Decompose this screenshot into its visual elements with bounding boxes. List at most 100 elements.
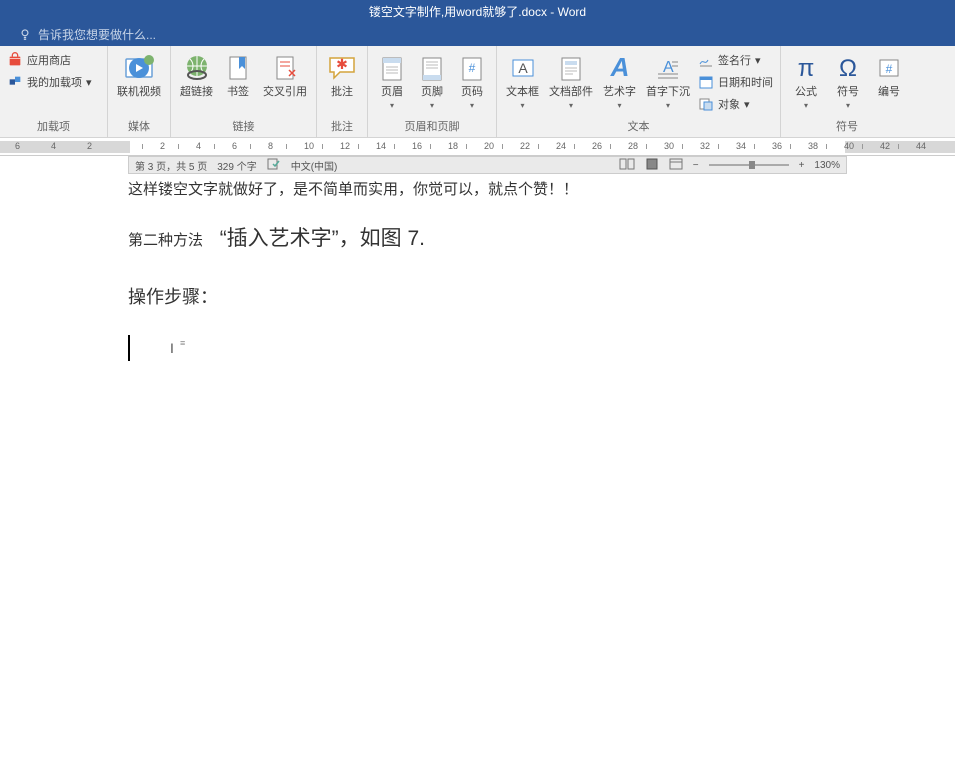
word-count[interactable]: 329 个字: [217, 158, 256, 173]
cursor-line[interactable]: I: [128, 335, 848, 362]
zoom-out-button[interactable]: −: [693, 160, 699, 171]
embedded-status-bar: 第 3 页，共 5 页 329 个字 中文(中国) − + 130%: [128, 156, 847, 174]
ruler-number: 36: [772, 141, 782, 151]
dropcap-button[interactable]: A 首字下沉▾: [641, 48, 695, 114]
textbox-icon: A: [509, 54, 537, 82]
ribbon: 应用商店 我的加载项 ▾ 加载项 联机视频 媒体 超链接: [0, 46, 955, 138]
ruler-number: 12: [340, 141, 350, 151]
group-comments: ✱ 批注 批注: [317, 46, 368, 137]
store-icon: [7, 52, 23, 68]
object-button[interactable]: 对象 ▾: [695, 94, 776, 114]
symbol-button[interactable]: Ω 符号▾: [827, 48, 869, 114]
svg-text:#: #: [886, 62, 893, 76]
document-area[interactable]: 这样镂空文字就做好了，是不简单而实用，你觉可以，就点个赞！！ 第二种方法 “插入…: [0, 174, 955, 361]
addins-icon: [7, 74, 23, 90]
group-links: 超链接 书签 交叉引用 链接: [171, 46, 317, 137]
bookmark-button[interactable]: 书签: [218, 48, 258, 101]
document-body[interactable]: 这样镂空文字就做好了，是不简单而实用，你觉可以，就点个赞！！ 第二种方法 “插入…: [128, 176, 848, 361]
my-addins-button[interactable]: 我的加载项 ▾: [4, 72, 95, 92]
proofing-icon[interactable]: [267, 158, 281, 173]
ruler-number: 16: [412, 141, 422, 151]
sigline-button[interactable]: 签名行 ▾: [695, 50, 776, 70]
number-button[interactable]: # 编号: [869, 48, 909, 101]
group-addins: 应用商店 我的加载项 ▾ 加载项: [0, 46, 108, 137]
chevron-down-icon: ▾: [666, 101, 670, 110]
ruler-number: 8: [268, 141, 273, 151]
tell-me-text: 告诉我您想要做什么...: [38, 26, 156, 43]
chevron-down-icon: ▾: [804, 101, 808, 110]
ruler-number: 10: [304, 141, 314, 151]
chevron-down-icon: ▾: [569, 101, 573, 110]
comment-button[interactable]: ✱ 批注: [321, 48, 363, 101]
ruler-number: 2: [160, 141, 165, 151]
title-bar: 镂空文字制作,用word就够了.docx - Word: [0, 0, 955, 22]
language-indicator[interactable]: 中文(中国): [291, 158, 338, 173]
svg-text:A: A: [609, 52, 629, 82]
textbox-button[interactable]: A 文本框▾: [501, 48, 544, 114]
view-web-icon[interactable]: [669, 158, 683, 173]
bookmark-icon: [224, 54, 252, 82]
view-read-icon[interactable]: [619, 158, 635, 173]
ruler-number: 30: [664, 141, 674, 151]
ruler-number: 6: [232, 141, 237, 151]
quickparts-button[interactable]: 文档部件▾: [544, 48, 598, 114]
dropcap-icon: A: [654, 54, 682, 82]
header-icon: [378, 54, 406, 82]
ruler-number: 32: [700, 141, 710, 151]
ruler-number: 4: [196, 141, 201, 151]
window-title: 镂空文字制作,用word就够了.docx - Word: [369, 3, 586, 20]
page-indicator[interactable]: 第 3 页，共 5 页: [135, 158, 207, 173]
tell-me-bar[interactable]: 告诉我您想要做什么...: [0, 22, 955, 46]
chevron-down-icon: ▾: [846, 101, 850, 110]
ibeam-cursor-icon: I: [170, 335, 174, 362]
ruler-number: 14: [376, 141, 386, 151]
app-store-button[interactable]: 应用商店: [4, 50, 95, 70]
zoom-in-button[interactable]: +: [799, 160, 805, 171]
header-button[interactable]: 页眉▾: [372, 48, 412, 114]
comment-icon: ✱: [326, 52, 358, 84]
ruler-number: 42: [880, 141, 890, 151]
symbol-icon: Ω: [832, 52, 864, 84]
ruler-number: 18: [448, 141, 458, 151]
datetime-icon: [698, 74, 714, 90]
chevron-down-icon: ▾: [617, 101, 621, 110]
paragraph-3[interactable]: 操作步骤：: [128, 280, 848, 314]
zoom-slider[interactable]: [709, 164, 789, 166]
text-caret: [128, 335, 130, 361]
pagenum-icon: #: [458, 54, 486, 82]
group-text: A 文本框▾ 文档部件▾ A 艺术字▾ A 首字下沉▾ 签名行 ▾: [497, 46, 781, 137]
horizontal-ruler[interactable]: 6422468101214161820222426283032343638404…: [0, 138, 955, 156]
footer-button[interactable]: 页脚▾: [412, 48, 452, 114]
ruler-number: 2: [87, 141, 92, 151]
wordart-icon: A: [604, 52, 636, 84]
zoom-level[interactable]: 130%: [814, 160, 840, 171]
video-icon: [123, 52, 155, 84]
sigline-icon: [698, 52, 714, 68]
online-video-button[interactable]: 联机视频: [112, 48, 166, 101]
group-media: 联机视频 媒体: [108, 46, 171, 137]
ruler-number: 6: [15, 141, 20, 151]
svg-text:A: A: [518, 60, 528, 76]
pagenum-button[interactable]: # 页码▾: [452, 48, 492, 114]
chevron-down-icon: ▾: [755, 54, 761, 67]
ruler-number: 22: [520, 141, 530, 151]
paragraph-2[interactable]: 第二种方法 “插入艺术字”，如图 7.: [128, 219, 848, 259]
wordart-button[interactable]: A 艺术字▾: [598, 48, 641, 114]
equation-icon: π: [790, 52, 822, 84]
hyperlink-button[interactable]: 超链接: [175, 48, 218, 101]
group-headerfooter: 页眉▾ 页脚▾ # 页码▾ 页眉和页脚: [368, 46, 497, 137]
ruler-number: 38: [808, 141, 818, 151]
chevron-down-icon: ▾: [744, 98, 750, 111]
crossref-button[interactable]: 交叉引用: [258, 48, 312, 101]
chevron-down-icon: ▾: [430, 101, 434, 110]
ruler-number: 4: [51, 141, 56, 151]
footer-icon: [418, 54, 446, 82]
svg-text:Ω: Ω: [839, 55, 857, 82]
paragraph-1[interactable]: 这样镂空文字就做好了，是不简单而实用，你觉可以，就点个赞！！: [128, 176, 848, 205]
datetime-button[interactable]: 日期和时间: [695, 72, 776, 92]
chevron-down-icon: ▾: [86, 76, 92, 89]
chevron-down-icon: ▾: [520, 101, 524, 110]
equation-button[interactable]: π 公式▾: [785, 48, 827, 114]
view-print-icon[interactable]: [645, 158, 659, 173]
ruler-number: 24: [556, 141, 566, 151]
